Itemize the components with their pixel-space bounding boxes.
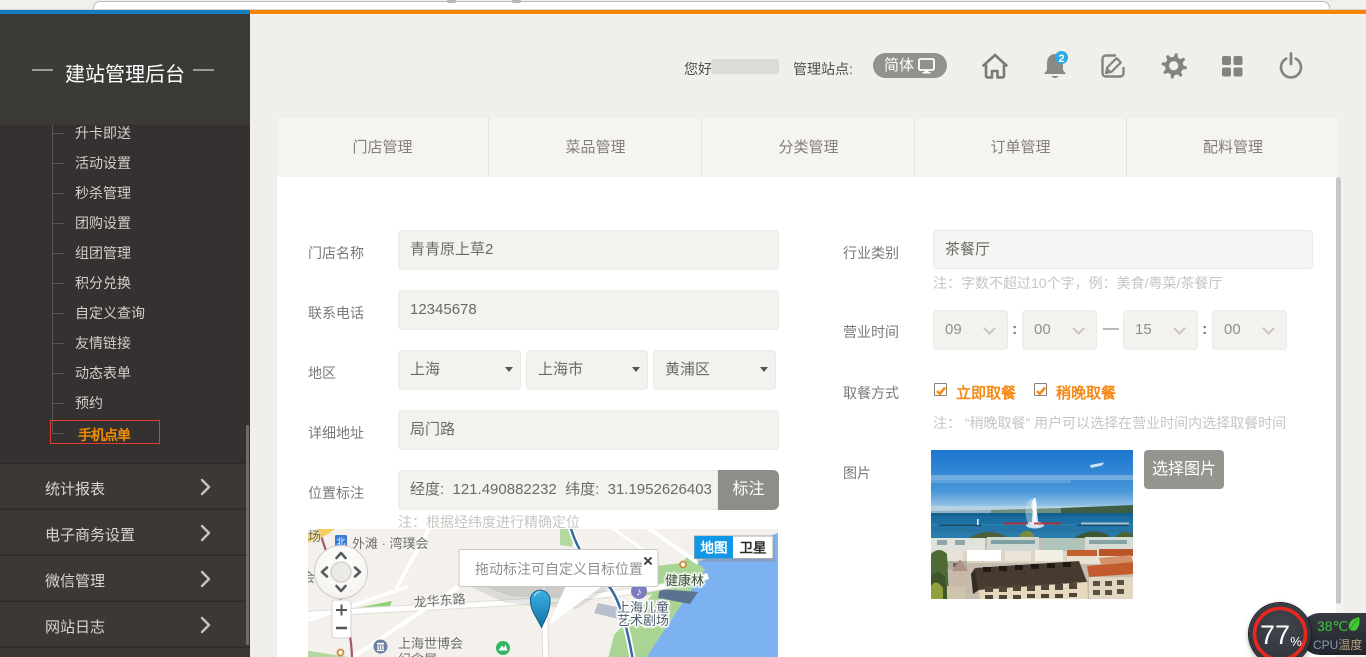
svg-text:77: 77 (1260, 620, 1290, 650)
svg-text:地图: 地图 (701, 540, 728, 556)
svg-text:会: 会 (308, 570, 315, 585)
svg-text:艺术剧场: 艺术剧场 (617, 613, 669, 628)
svg-text:2: 2 (1058, 53, 1064, 65)
svg-text:上海世博会: 上海世博会 (398, 636, 463, 651)
svg-text:纪念展: 纪念展 (398, 652, 437, 657)
svg-text:拖动标注可自定义目标位置: 拖动标注可自定义目标位置 (475, 561, 643, 577)
svg-text:场: 场 (308, 529, 321, 544)
svg-text:♪: ♪ (636, 587, 642, 599)
svg-text:×: × (643, 552, 653, 571)
svg-text:健康林: 健康林 (665, 573, 704, 588)
svg-text:卫星: 卫星 (740, 541, 767, 556)
svg-text:外滩 · 湾璞会: 外滩 · 湾璞会 (352, 536, 429, 551)
svg-text:%: % (1290, 634, 1302, 649)
